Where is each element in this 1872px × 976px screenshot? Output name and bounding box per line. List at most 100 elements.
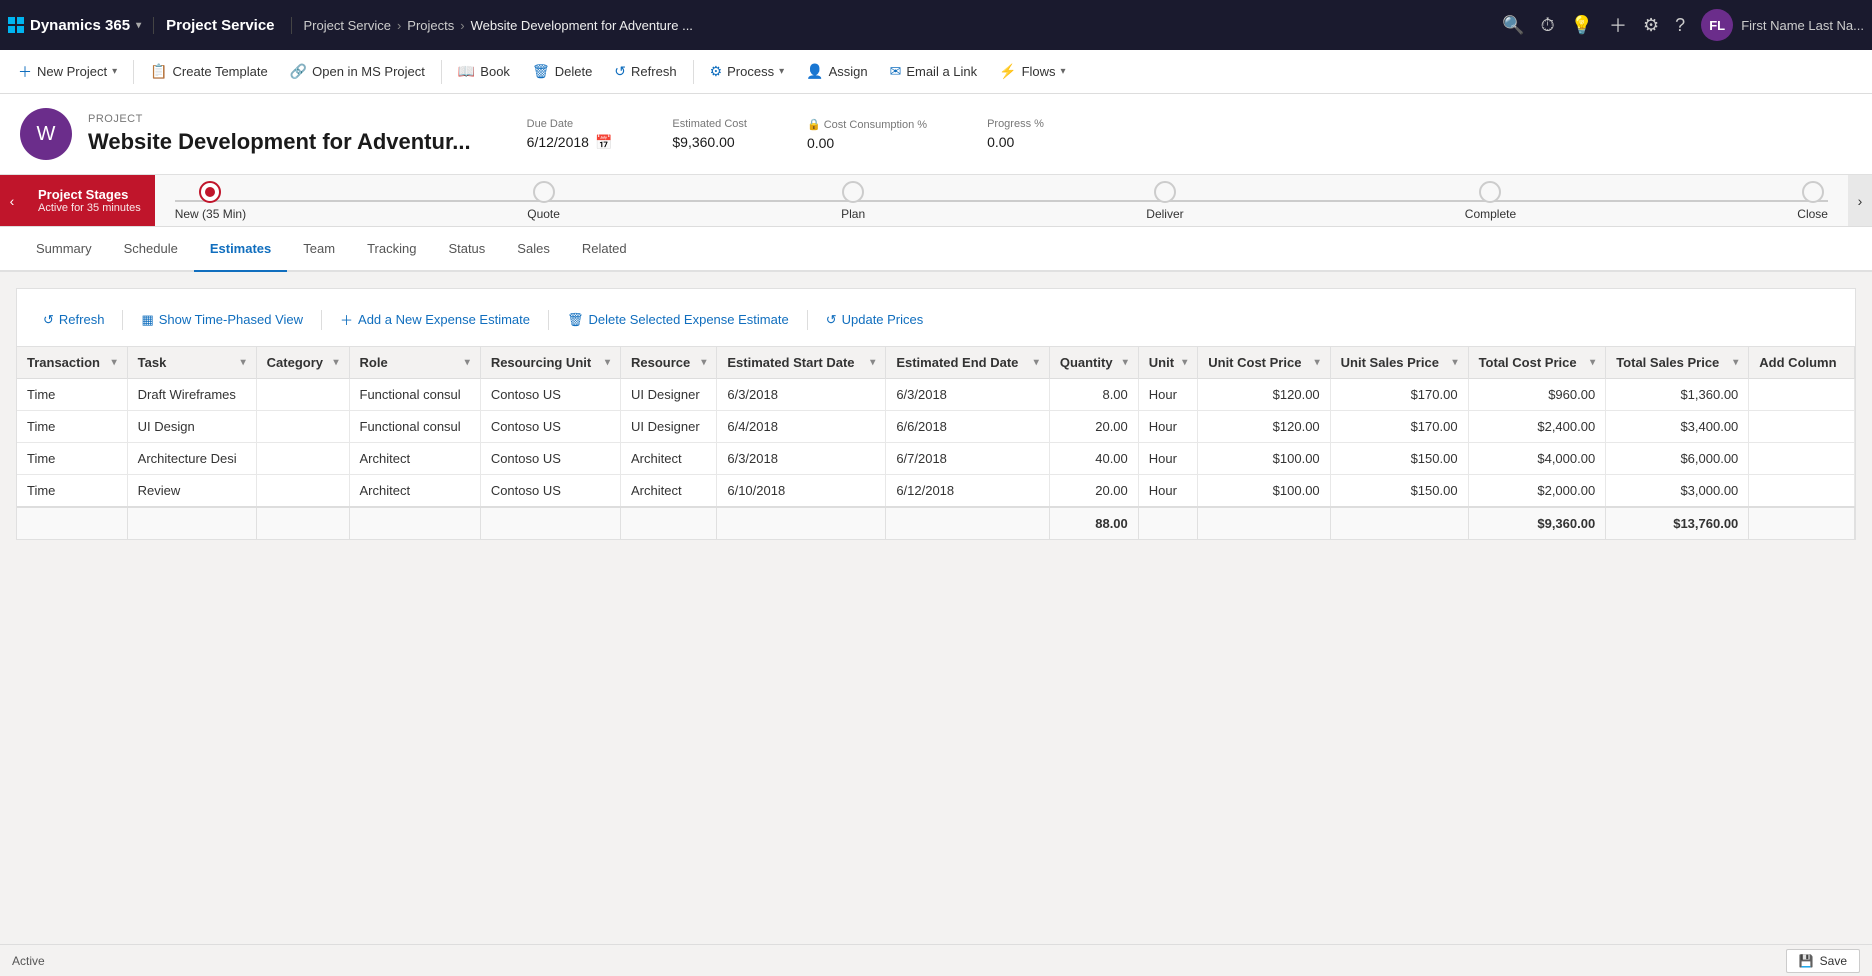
show-time-phased-button[interactable]: ▦ Show Time-Phased View — [131, 307, 313, 333]
stage-time-label: Active for 35 minutes — [38, 202, 141, 214]
cell-resourcing-unit: Contoso US — [480, 411, 620, 443]
footer-unit — [1138, 507, 1197, 539]
search-icon[interactable]: 🔍 — [1502, 15, 1524, 36]
col-est-end-date[interactable]: Estimated End Date▾ — [886, 347, 1050, 379]
breadcrumb-projects[interactable]: Projects — [407, 18, 454, 33]
delete-expense-label: Delete Selected Expense Estimate — [589, 312, 789, 327]
col-unit-cost-price[interactable]: Unit Cost Price▾ — [1198, 347, 1330, 379]
cell-unit-cost-price: $100.00 — [1198, 443, 1330, 475]
cell-quantity: 20.00 — [1049, 475, 1138, 508]
col-unit[interactable]: Unit▾ — [1138, 347, 1197, 379]
tab-tracking[interactable]: Tracking — [351, 227, 432, 272]
cell-est-start-date: 6/3/2018 — [717, 379, 886, 411]
flows-label: Flows — [1022, 64, 1056, 79]
progress-value: 0.00 — [987, 134, 1044, 150]
project-header: W PROJECT Website Development for Advent… — [0, 94, 1872, 175]
help-icon[interactable]: 💡 — [1571, 15, 1593, 36]
breadcrumb-current: Website Development for Adventure ... — [471, 18, 693, 33]
cell-total-cost-price: $2,400.00 — [1468, 411, 1606, 443]
col-resourcing-unit[interactable]: Resourcing Unit▾ — [480, 347, 620, 379]
assign-button[interactable]: 👤 Assign — [796, 57, 877, 86]
col-quantity[interactable]: Quantity▾ — [1049, 347, 1138, 379]
cell-transaction: Time — [17, 475, 127, 508]
main-content: ↺ Refresh ▦ Show Time-Phased View ＋ Add … — [0, 288, 1872, 956]
add-icon[interactable]: ＋ — [1609, 12, 1627, 38]
col-est-start-date[interactable]: Estimated Start Date▾ — [717, 347, 886, 379]
tab-sales[interactable]: Sales — [501, 227, 566, 272]
tab-team[interactable]: Team — [287, 227, 351, 272]
process-label: Process — [727, 64, 774, 79]
add-expense-button[interactable]: ＋ Add a New Expense Estimate — [330, 305, 540, 334]
cell-role: Functional consul — [349, 411, 480, 443]
cost-consumption-label: 🔒 Cost Consumption % — [807, 118, 927, 131]
due-date-value: 6/12/2018 📅 — [527, 134, 613, 151]
add-expense-icon: ＋ — [340, 310, 353, 329]
open-ms-project-button[interactable]: 🔗 Open in MS Project — [280, 57, 435, 86]
flows-button[interactable]: ⚡ Flows ▾ — [989, 57, 1075, 86]
col-transaction[interactable]: Transaction▾ — [17, 347, 127, 379]
cell-task: Draft Wireframes — [127, 379, 256, 411]
estimated-cost-label: Estimated Cost — [672, 118, 747, 130]
stage-nav-right-button[interactable]: › — [1848, 175, 1872, 226]
estimates-refresh-button[interactable]: ↺ Refresh — [33, 307, 114, 333]
tab-related[interactable]: Related — [566, 227, 643, 272]
col-resource[interactable]: Resource▾ — [621, 347, 717, 379]
stage-nav-left-button[interactable]: ‹ — [0, 175, 24, 226]
cell-unit: Hour — [1138, 475, 1197, 508]
stage-circle-complete — [1479, 181, 1501, 203]
due-date-label: Due Date — [527, 118, 613, 130]
cell-unit: Hour — [1138, 411, 1197, 443]
col-role[interactable]: Role▾ — [349, 347, 480, 379]
project-icon: W — [20, 108, 72, 160]
breadcrumb-ps[interactable]: Project Service — [304, 18, 391, 33]
cmd-sep-2 — [441, 60, 442, 84]
question-icon[interactable]: ? — [1675, 15, 1685, 36]
create-template-button[interactable]: 📋 Create Template — [140, 57, 278, 86]
email-link-button[interactable]: ✉ Email a Link — [880, 57, 988, 86]
new-project-button[interactable]: ＋ New Project ▾ — [8, 56, 127, 88]
cell-unit-cost-price: $100.00 — [1198, 475, 1330, 508]
tab-summary[interactable]: Summary — [20, 227, 108, 272]
stage-circle-plan — [842, 181, 864, 203]
book-button[interactable]: 📖 Book — [448, 57, 520, 86]
process-button[interactable]: ⚙ Process ▾ — [700, 57, 795, 86]
user-name[interactable]: First Name Last Na... — [1741, 18, 1864, 33]
col-add-column[interactable]: Add Column — [1749, 347, 1855, 379]
delete-expense-button[interactable]: 🗑 Delete Selected Expense Estimate — [557, 307, 799, 333]
stage-step-quote[interactable]: Quote — [527, 181, 560, 221]
recent-icon[interactable]: ⏱ — [1541, 15, 1555, 36]
stage-circle-new — [199, 181, 221, 203]
refresh-button[interactable]: ↺ Refresh — [604, 57, 686, 86]
col-category[interactable]: Category▾ — [256, 347, 349, 379]
cell-category — [256, 379, 349, 411]
due-date-meta: Due Date 6/12/2018 📅 — [527, 118, 613, 151]
col-total-sales-price[interactable]: Total Sales Price▾ — [1606, 347, 1749, 379]
stage-step-close[interactable]: Close — [1797, 181, 1828, 221]
stage-step-plan[interactable]: Plan — [841, 181, 865, 221]
save-button[interactable]: 💾 Save — [1786, 949, 1860, 973]
col-unit-sales-price[interactable]: Unit Sales Price▾ — [1330, 347, 1468, 379]
settings-icon[interactable]: ⚙ — [1643, 15, 1659, 36]
col-total-cost-price[interactable]: Total Cost Price▾ — [1468, 347, 1606, 379]
cell-task: Review — [127, 475, 256, 508]
cell-task: Architecture Desi — [127, 443, 256, 475]
user-avatar[interactable]: FL — [1701, 9, 1733, 41]
update-prices-button[interactable]: ↺ Update Prices — [816, 307, 934, 333]
add-expense-label: Add a New Expense Estimate — [358, 312, 530, 327]
update-prices-icon: ↺ — [826, 312, 837, 328]
stage-step-new[interactable]: New (35 Min) — [175, 181, 246, 221]
stage-step-deliver[interactable]: Deliver — [1146, 181, 1183, 221]
tab-schedule[interactable]: Schedule — [108, 227, 194, 272]
brand-dynamics365[interactable]: Dynamics 365 ▾ — [8, 17, 154, 34]
new-project-chevron: ▾ — [112, 66, 117, 77]
cell-quantity: 8.00 — [1049, 379, 1138, 411]
command-bar: ＋ New Project ▾ 📋 Create Template 🔗 Open… — [0, 50, 1872, 94]
stage-circle-close — [1802, 181, 1824, 203]
update-prices-label: Update Prices — [842, 312, 924, 327]
stage-step-complete[interactable]: Complete — [1465, 181, 1516, 221]
tab-estimates[interactable]: Estimates — [194, 227, 287, 272]
stage-label-deliver: Deliver — [1146, 207, 1183, 221]
tab-status[interactable]: Status — [432, 227, 501, 272]
col-task[interactable]: Task▾ — [127, 347, 256, 379]
delete-button[interactable]: 🗑 Delete — [522, 57, 602, 86]
